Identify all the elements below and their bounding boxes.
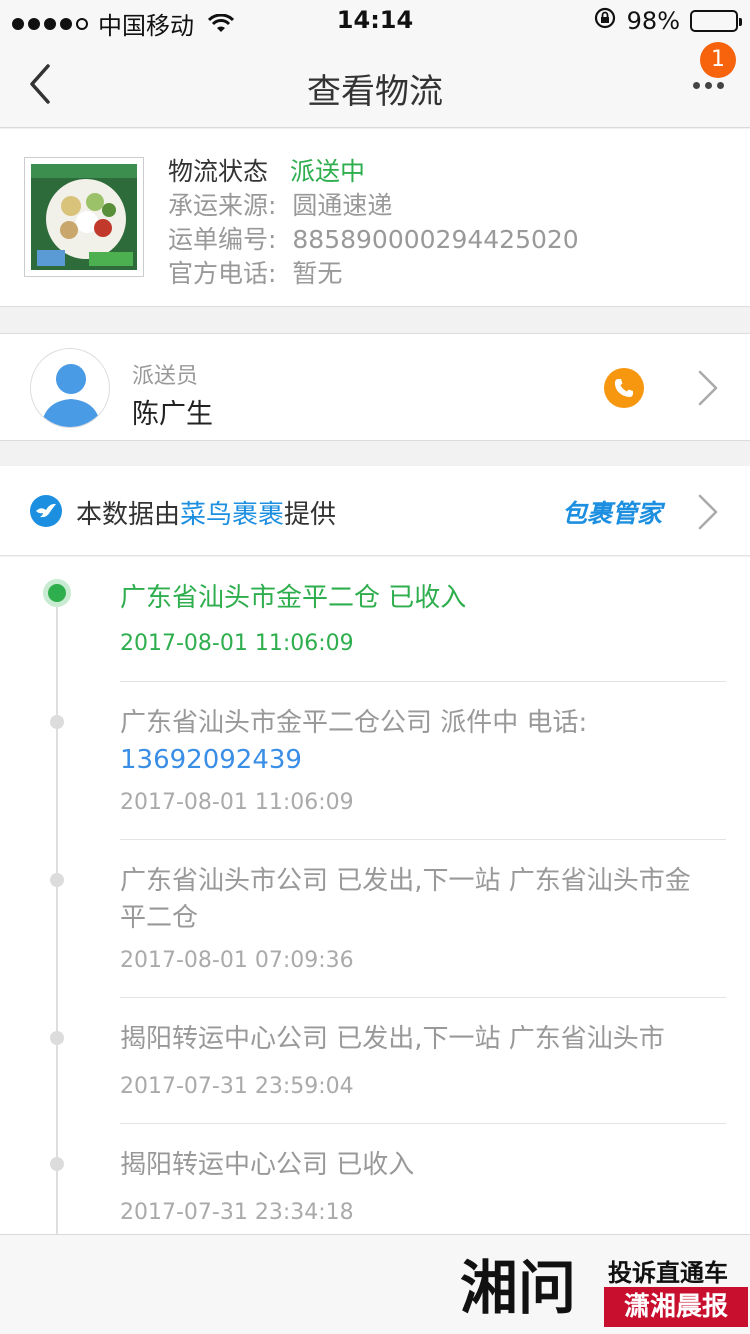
status-row: 物流状态 派送中 xyxy=(168,155,579,189)
timeline-event-time: 2017-08-01 11:06:09 xyxy=(120,631,354,656)
status-value: 派送中 xyxy=(289,157,365,186)
tracking-number: 885890000294425020 xyxy=(292,225,579,254)
timeline-event-time: 2017-07-31 23:34:18 xyxy=(120,1200,354,1225)
call-courier-button[interactable] xyxy=(604,368,644,408)
package-info-card[interactable]: 物流状态 派送中 承运来源: 圆通速递 运单编号: 88589000029442… xyxy=(0,129,750,307)
package-butler-logo[interactable]: 包裹管家 xyxy=(562,494,662,530)
person-icon xyxy=(41,364,101,427)
timeline-line xyxy=(56,593,58,1234)
watermark-line1: 投诉直通车 xyxy=(608,1259,728,1287)
timeline-event-text: 揭阳转运中心公司 已发出,下一站 广东省汕头市 xyxy=(120,1024,665,1054)
official-phone-label: 官方电话: xyxy=(168,259,277,288)
timeline-event-text: 广东省汕头市金平二仓 已收入 xyxy=(120,583,467,613)
official-phone-value: 暂无 xyxy=(292,259,343,288)
bottom-bar: 湘问 投诉直通车 潇湘晨报 xyxy=(0,1234,750,1334)
timeline-dot xyxy=(50,1157,64,1171)
timeline-dot xyxy=(50,873,64,887)
source-value: 圆通速递 xyxy=(292,191,393,220)
courier-name: 陈广生 xyxy=(132,399,213,430)
courier-phone-link[interactable]: 13692092439 xyxy=(120,745,302,775)
timeline-event-text: 揭阳转运中心公司 已收入 xyxy=(120,1150,415,1180)
timeline-divider xyxy=(120,997,726,998)
courier-role: 派送员 xyxy=(132,364,199,389)
timeline-divider xyxy=(120,681,726,682)
timeline-dot xyxy=(50,1031,64,1045)
timeline-event-text: 广东省汕头市公司 已发出,下一站 广东省汕头市金平二仓 xyxy=(120,866,691,933)
provider-text: 本数据由菜鸟裹裹提供 xyxy=(76,494,336,531)
provider-name: 菜鸟裹裹 xyxy=(180,500,285,530)
timeline-dot-current xyxy=(43,579,71,607)
courier-avatar xyxy=(30,348,110,428)
timeline-event-time: 2017-07-31 23:59:04 xyxy=(120,1074,354,1099)
more-dot xyxy=(704,81,712,89)
watermark-main: 湘问 xyxy=(460,1254,577,1322)
battery-icon xyxy=(690,10,742,32)
more-dot xyxy=(692,81,700,89)
timeline-dot xyxy=(50,715,64,729)
battery-percent: 98% xyxy=(626,7,680,35)
chevron-right-icon xyxy=(698,494,718,530)
timeline-event-desc: 广东省汕头市金平二仓公司 派件中 电话: xyxy=(120,708,588,738)
tracking-timeline: 广东省汕头市金平二仓 已收入 2017-08-01 11:06:09 广东省汕头… xyxy=(0,557,750,1234)
watermark-line2: 潇湘晨报 xyxy=(604,1287,748,1327)
status-bar: 中国移动 14:14 98% xyxy=(0,0,750,40)
notification-badge: 1 xyxy=(700,42,736,78)
watermark-logo: 湘问 投诉直通车 潇湘晨报 xyxy=(460,1241,750,1331)
rotation-lock-icon xyxy=(593,6,617,36)
timeline-event-text: 广东省汕头市金平二仓公司 派件中 电话: 13692092439 xyxy=(120,705,720,779)
page-title: 查看物流 xyxy=(307,72,443,112)
status-label: 物流状态 xyxy=(168,157,269,186)
more-dot xyxy=(716,81,724,89)
cainiao-bird-icon xyxy=(30,495,62,527)
chevron-right-icon xyxy=(698,370,718,406)
timeline-divider xyxy=(120,1123,726,1124)
phone-row: 官方电话: 暂无 xyxy=(168,257,579,291)
timeline-divider xyxy=(120,839,726,840)
phone-icon xyxy=(614,379,633,397)
source-row: 承运来源: 圆通速递 xyxy=(168,189,579,223)
tracking-label: 运单编号: xyxy=(168,225,277,254)
navigation-bar: 查看物流 1 xyxy=(0,40,750,128)
timeline-event-time: 2017-08-01 11:06:09 xyxy=(120,790,354,815)
source-label: 承运来源: xyxy=(168,191,277,220)
courier-card[interactable]: 派送员 陈广生 xyxy=(0,333,750,441)
package-details: 物流状态 派送中 承运来源: 圆通速递 运单编号: 88589000029442… xyxy=(168,155,579,291)
product-thumbnail xyxy=(24,157,144,277)
status-right: 98% xyxy=(593,6,742,36)
provider-prefix: 本数据由 xyxy=(76,500,181,530)
timeline-event-time: 2017-08-01 07:09:36 xyxy=(120,948,354,973)
provider-suffix: 提供 xyxy=(284,500,337,530)
tracking-row: 运单编号: 885890000294425020 xyxy=(168,223,579,257)
data-provider-row[interactable]: 本数据由菜鸟裹裹提供 包裹管家 xyxy=(0,466,750,556)
